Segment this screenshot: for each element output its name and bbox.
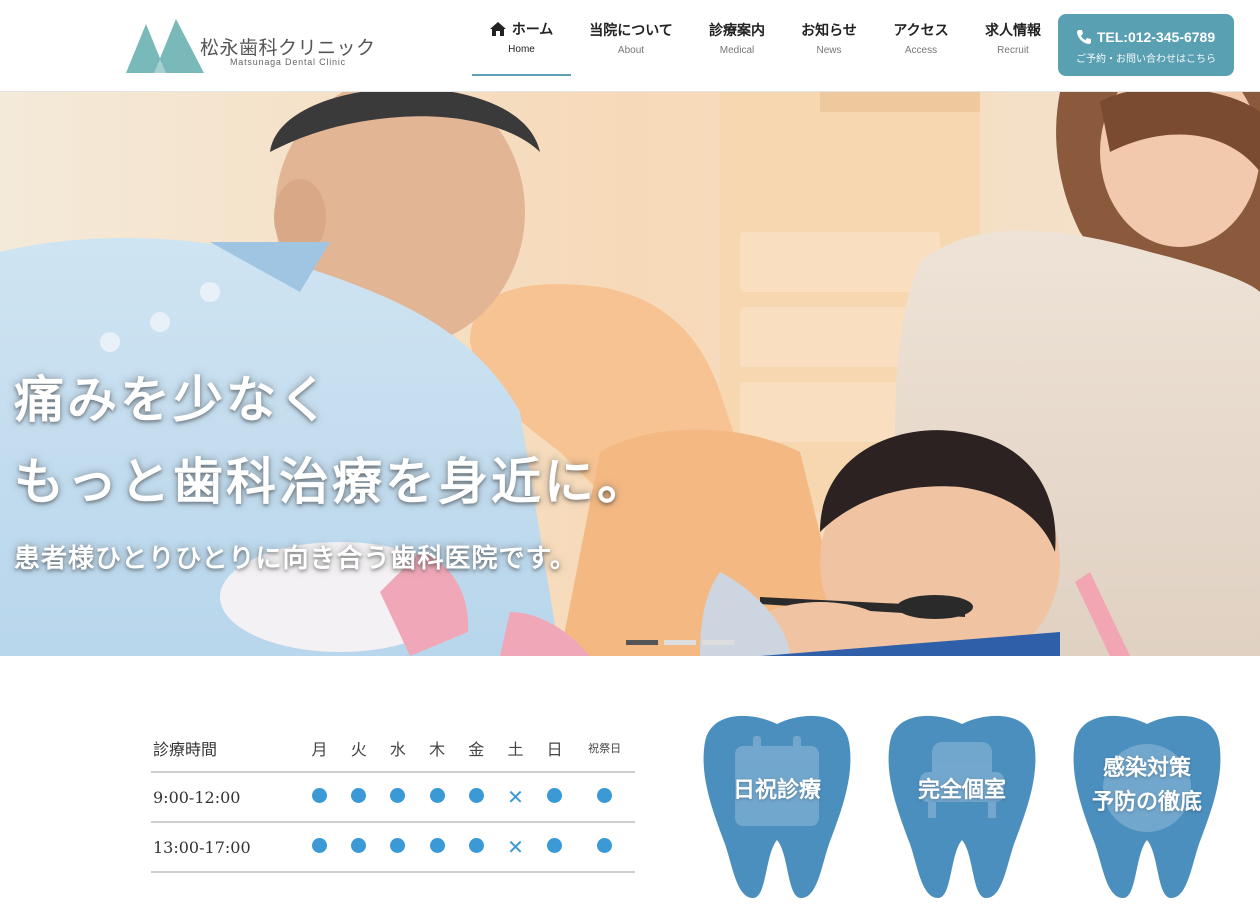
schedule-mark (300, 837, 339, 857)
site-header: 松永歯科クリニック Matsunaga Dental Clinic ホーム Ho… (0, 0, 1260, 92)
nav-sub-news: News (816, 45, 842, 56)
day-header: 日 (546, 739, 563, 759)
nav-label-recruit: 求人情報 (985, 23, 1041, 39)
slider-dots (626, 640, 740, 645)
schedule-mark (378, 837, 417, 857)
hero-slider: 痛みを少なく もっと歯科治療を身近に。 患者様ひとりひとりに向き合う歯科医院です… (0, 92, 1260, 656)
schedule-mark: ✕ (496, 837, 535, 858)
open-mark (390, 787, 406, 803)
nav-label-about: 当院について (589, 23, 673, 39)
schedule-header-row: 診療時間 月 火 水 木 金 土 日 祝祭日 (151, 724, 635, 773)
closed-mark: ✕ (507, 784, 524, 809)
tel-number: TEL:012-345-6789 (1096, 29, 1216, 45)
nav-sub-about: About (617, 45, 645, 56)
feature-label: 日祝診療 (732, 778, 821, 803)
schedule-mark (535, 837, 574, 857)
hero-headline-1: 痛みを少なく (14, 371, 332, 429)
tel-button[interactable]: TEL:012-345-6789 ご予約・お問い合わせはこちら (1058, 14, 1234, 76)
open-mark (351, 837, 367, 853)
day-header: 月 (311, 739, 328, 759)
schedule-row-afternoon: 13:00-17:00 ✕ (151, 823, 635, 873)
schedule-mark (457, 837, 496, 857)
nav-sub-recruit: Recruit (997, 45, 1029, 56)
day-header: 金 (468, 739, 485, 759)
open-mark (597, 838, 613, 853)
day-header: 火 (350, 739, 367, 759)
open-mark (597, 788, 613, 803)
open-mark (547, 837, 563, 853)
main-nav: ホーム Home 当院について About 診療案内 Medical お知らせ … (472, 0, 1059, 92)
nav-item-access[interactable]: アクセス Access (875, 0, 967, 76)
nav-label-news: お知らせ (801, 23, 857, 39)
day-header: 木 (429, 739, 446, 759)
open-mark (429, 837, 445, 853)
schedule-mark (535, 787, 574, 807)
schedule-mark (339, 837, 378, 857)
open-mark (351, 787, 367, 803)
feature-infection-control[interactable]: 感染対策 予防の徹底 (1073, 712, 1221, 902)
schedule-mark (457, 787, 496, 807)
logo-subtitle: Matsunaga Dental Clinic (230, 57, 346, 67)
open-mark (429, 787, 445, 803)
phone-icon (1076, 30, 1091, 44)
day-header: 祝祭日 (588, 741, 622, 755)
feature-label: 完全個室 (917, 778, 1006, 803)
nav-sub-medical: Medical (719, 45, 755, 56)
open-mark (312, 787, 328, 803)
day-header: 水 (389, 739, 406, 759)
feature-holiday-care[interactable]: 日祝診療 (703, 712, 851, 902)
schedule-mark (418, 837, 457, 857)
schedule-time: 13:00-17:00 (153, 837, 251, 857)
schedule-mark (418, 787, 457, 807)
nav-label-medical: 診療案内 (709, 23, 765, 39)
nav-sub-home: Home (508, 44, 535, 55)
hero-subtitle: 患者様ひとりひとりに向き合う歯科医院です。 (14, 544, 577, 574)
schedule-mark: ✕ (496, 787, 535, 808)
nav-item-news[interactable]: お知らせ News (783, 0, 875, 76)
closed-mark: ✕ (507, 834, 524, 859)
open-mark (547, 787, 563, 803)
clinic-logo[interactable]: 松永歯科クリニック Matsunaga Dental Clinic (126, 19, 376, 73)
schedule-table: 診療時間 月 火 水 木 金 土 日 祝祭日 9:00-12:00 ✕ 13:0… (151, 724, 635, 873)
open-mark (468, 787, 484, 803)
feature-label: 感染対策 予防の徹底 (1091, 756, 1202, 815)
open-mark (312, 837, 328, 853)
slider-dot-2[interactable] (664, 640, 696, 645)
nav-item-medical[interactable]: 診療案内 Medical (691, 0, 783, 76)
nav-label-home: ホーム (511, 22, 554, 38)
feature-private-room[interactable]: 完全個室 (888, 712, 1036, 902)
schedule-header-label: 診療時間 (153, 739, 218, 759)
open-mark (390, 837, 406, 853)
schedule-mark (339, 787, 378, 807)
nav-item-about[interactable]: 当院について About (571, 0, 691, 76)
schedule-time: 9:00-12:00 (153, 787, 241, 807)
home-icon (489, 22, 506, 36)
tel-caption: ご予約・お問い合わせはこちら (1076, 54, 1216, 65)
nav-item-home[interactable]: ホーム Home (472, 0, 571, 76)
logo-mark-icon (126, 19, 204, 73)
slider-dot-1[interactable] (626, 640, 658, 645)
nav-sub-access: Access (904, 45, 938, 56)
schedule-mark (574, 788, 635, 806)
open-mark (468, 837, 484, 853)
schedule-mark (378, 787, 417, 807)
hero-headline-2: もっと歯科治療を身近に。 (14, 453, 650, 511)
logo-name: 松永歯科クリニック (200, 37, 376, 59)
nav-item-recruit[interactable]: 求人情報 Recruit (967, 0, 1059, 76)
schedule-row-morning: 9:00-12:00 ✕ (151, 773, 635, 823)
schedule-mark (574, 838, 635, 856)
nav-label-access: アクセス (893, 23, 949, 39)
day-header: 土 (507, 739, 524, 759)
schedule-mark (300, 787, 339, 807)
slider-dot-3[interactable] (702, 640, 734, 645)
